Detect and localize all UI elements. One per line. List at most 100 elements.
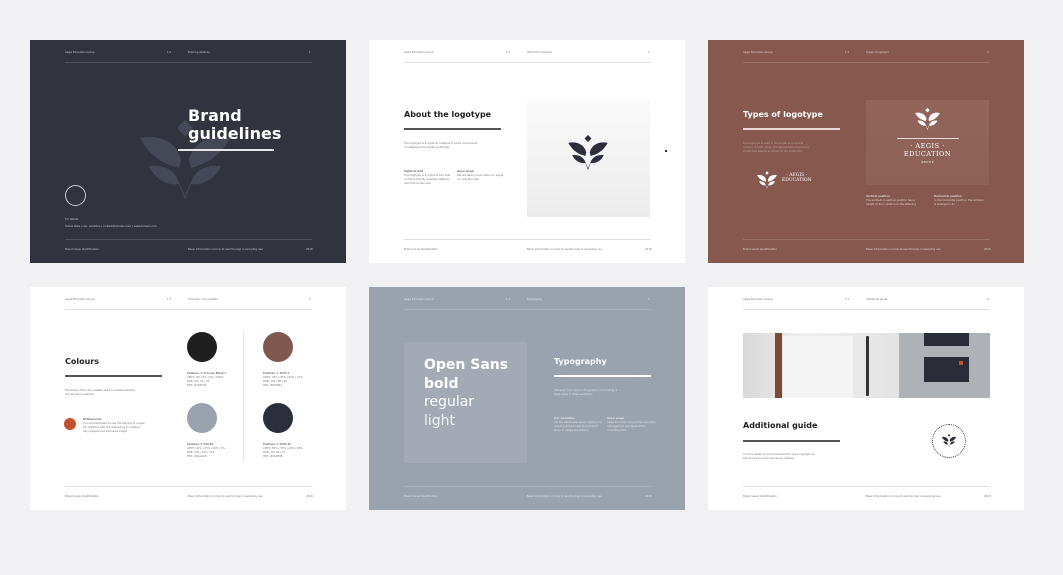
- slide-cover[interactable]: Aegis Education Group 1.0 Brand guidelin…: [30, 40, 346, 263]
- swatch-hex: HEX: #825851: [263, 384, 283, 387]
- logo-icon: [566, 135, 610, 170]
- slide-title: Typography: [554, 357, 607, 366]
- col2-line: is enlarged 1.3x: [934, 203, 955, 206]
- intro-line: and printing materials: [65, 393, 94, 396]
- swatch-hex: HEX: #9AA2AE: [187, 455, 207, 458]
- title-line-2: guidelines: [188, 124, 282, 143]
- footer-divider: [404, 486, 651, 487]
- font-sample: Open Sans bold regular light: [424, 356, 508, 430]
- col1-line: when it comes promotions: [554, 429, 589, 432]
- font-sample-regular: regular: [424, 394, 475, 410]
- brand-name: · AEGIS ·: [910, 142, 945, 150]
- brand-group: GROUP: [920, 160, 935, 164]
- title-bar: [404, 128, 501, 130]
- business-cards-image: [899, 333, 990, 398]
- slide-title: About the logotype: [404, 110, 492, 119]
- swatch-navy: [263, 403, 293, 433]
- footer-year: 2018: [984, 248, 991, 251]
- slide-about-logotype[interactable]: Aegis Education Group 1.1 About the logo…: [369, 40, 685, 263]
- swatch-info: Pantone ® 4515 C CMYK: 32% | 65% | 64% | …: [263, 372, 303, 388]
- swatch-info: Pantone ® 536 EC CMYK: 40% | 25% | 20% | …: [187, 443, 225, 459]
- logo-vertical-text: · AEGIS · EDUCATION GROUP: [866, 142, 989, 166]
- intro-line: the circle which also serves as a stamp: [743, 457, 794, 460]
- col2-line: you will feel safe: [457, 178, 479, 181]
- footer-year: 2018: [984, 495, 991, 498]
- header-section: 1.3: [167, 298, 172, 301]
- footer-divider: [404, 239, 651, 240]
- font-sample-light: light: [424, 412, 456, 429]
- col1-title: Mythical bird: [404, 170, 424, 173]
- font-sample-bold-label: bold: [424, 375, 459, 392]
- title-underline: [178, 149, 274, 151]
- swatch-info: Pantone ® Process Black C CMYK: 0% | 0% |…: [187, 372, 226, 388]
- logo-rule: [897, 138, 959, 139]
- header-page: 5: [648, 298, 650, 301]
- slide-title: Colours: [65, 357, 100, 366]
- header-company: Aegis Education Group: [404, 51, 434, 54]
- header-divider: [743, 62, 990, 63]
- header-title: The basic color palette: [188, 298, 218, 301]
- header-section: 1.1: [506, 51, 511, 54]
- header-title: Additional guide: [866, 298, 888, 301]
- font-sample-bold: Open Sans: [424, 357, 509, 373]
- header-section: 1.0: [167, 51, 172, 54]
- header-company: Aegis Education Group: [743, 298, 773, 301]
- footer-year: 2018: [306, 248, 313, 251]
- logo-horizontal-icon: [756, 171, 778, 189]
- swatch-hex: HEX: #2C2E3B: [263, 455, 283, 458]
- footer-mid: Basic information on how to use the logo…: [527, 248, 602, 251]
- accent-swatch: [64, 418, 76, 430]
- header-divider: [404, 309, 651, 310]
- emblem-seal-icon: [65, 185, 86, 206]
- header-page: 4: [309, 298, 311, 301]
- footer-year: 2018: [306, 495, 313, 498]
- intro-line: of size and spaces as shown in the illus…: [743, 150, 803, 153]
- swatch-name: Pantone ® Process Black C: [187, 372, 227, 375]
- footer-mid: Basic information on how to use the logo…: [866, 495, 941, 498]
- col1-title: Vertical position: [866, 195, 890, 198]
- footer-left: Brand visual identification: [65, 248, 99, 251]
- col2-title: Open wings: [457, 170, 475, 173]
- col1-title: Our variations: [554, 417, 575, 420]
- footer-mid: Basic information on how to use the logo…: [866, 248, 941, 251]
- col1-line: until the human soul: [404, 182, 431, 185]
- slide-additional-guide[interactable]: Aegis Education Group 1.5 Additional gui…: [708, 287, 1024, 510]
- contact-info: Tomas Ross | ceo: Aristotos | contact@do…: [65, 225, 157, 228]
- col2-title: Horizontal position: [934, 195, 962, 198]
- footer-divider: [65, 486, 312, 487]
- swatch-name: Pantone ® 5395 EC: [263, 443, 292, 446]
- header-page: 3: [987, 51, 989, 54]
- marker-dot: [665, 150, 667, 152]
- header-title: About the logotype: [527, 51, 552, 54]
- header-divider: [65, 62, 312, 63]
- footer-left: Brand visual identification: [743, 248, 777, 251]
- intro-line: Open Sans in three variations: [554, 393, 593, 396]
- footer-mid: Basic information on how to use the logo…: [188, 248, 263, 251]
- header-divider: [65, 309, 312, 310]
- slide-typography[interactable]: Aegis Education Group 1.4 Typography 5 O…: [369, 287, 685, 510]
- title-bar: [554, 375, 651, 377]
- header-title: Brand guidelines: [188, 51, 210, 54]
- header-company: Aegis Education Group: [743, 51, 773, 54]
- cover-title: Brand guidelines: [188, 107, 281, 143]
- header-page: 6: [987, 298, 989, 301]
- swatch-info: Pantone ® 5395 EC CMYK: 83% | 53% | 40% |…: [263, 443, 303, 459]
- footer-left: Brand visual identification: [65, 495, 99, 498]
- slide-colours[interactable]: Aegis Education Group 1.3 The basic colo…: [30, 287, 346, 510]
- slide-types-logotype[interactable]: Aegis Education Group 1.2 Types of logot…: [708, 40, 1024, 263]
- slide-title: Types of logotype: [743, 110, 823, 119]
- brand-sub: EDUCATION: [903, 150, 952, 158]
- header-title: Typography: [527, 298, 543, 301]
- intro-line: of creatures from Greek mythology: [404, 146, 450, 149]
- binder-mockup-image: [743, 333, 899, 398]
- logo-horizontal-text: · AEGIS · EDUCATION: [782, 173, 812, 183]
- header-company: Aegis Education Group: [65, 298, 95, 301]
- swatch-black: [187, 332, 217, 362]
- header-section: 1.5: [845, 298, 850, 301]
- swatch-hex: HEX: #1D1F20: [187, 384, 207, 387]
- brand-sub: EDUCATION: [782, 178, 812, 183]
- logo-vertical-icon: [913, 108, 942, 130]
- header-divider: [404, 62, 651, 63]
- footer-year: 2018: [645, 495, 652, 498]
- note-title: Refinements: [83, 418, 102, 421]
